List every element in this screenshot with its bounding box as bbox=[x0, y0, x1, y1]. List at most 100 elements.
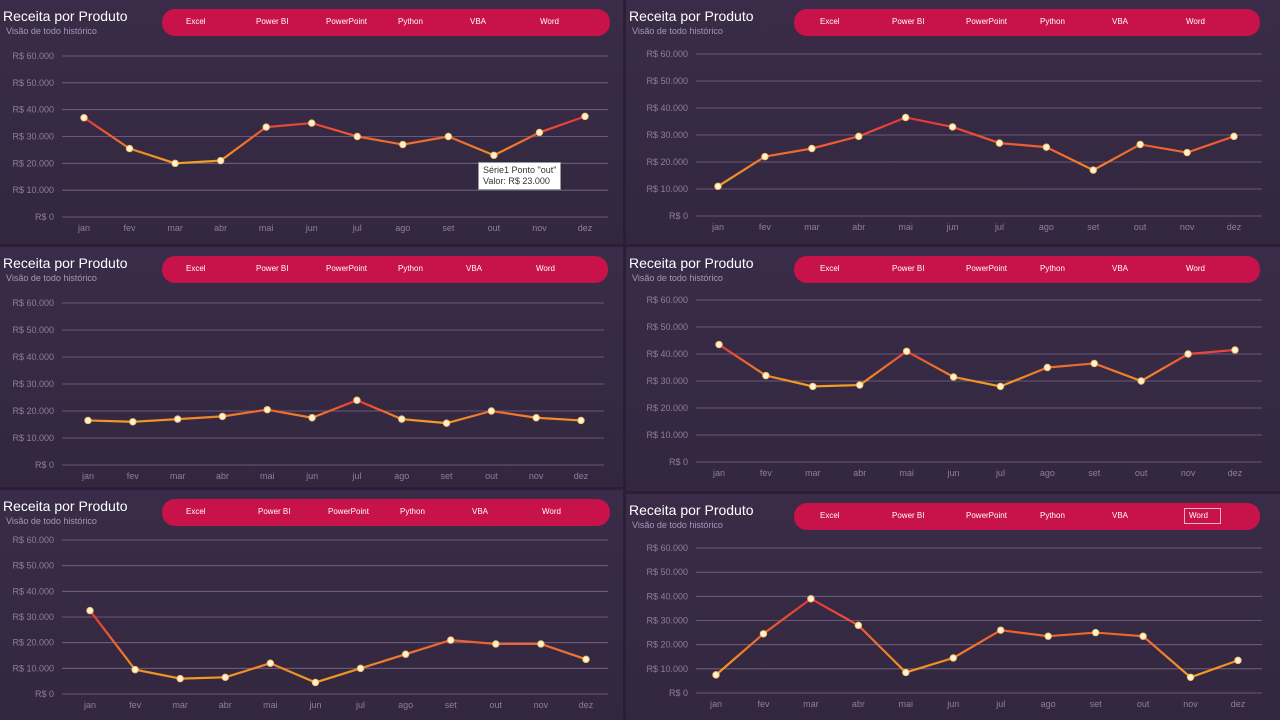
x-tick-label: mai bbox=[263, 700, 278, 710]
data-point[interactable] bbox=[1230, 132, 1238, 141]
data-point[interactable] bbox=[1091, 628, 1100, 637]
data-point[interactable] bbox=[353, 396, 361, 404]
data-point[interactable] bbox=[263, 405, 271, 414]
data-point[interactable] bbox=[447, 636, 455, 644]
x-tick-label: jun bbox=[946, 699, 959, 709]
data-point[interactable] bbox=[1136, 140, 1144, 149]
data-point[interactable] bbox=[582, 655, 590, 664]
x-tick-label: mar bbox=[805, 468, 821, 478]
x-tick-label: ago bbox=[398, 700, 413, 710]
x-tick-label: dez bbox=[1228, 468, 1243, 478]
x-tick-label: jan bbox=[77, 223, 90, 233]
line-chart: R$ 0 R$ 10.000 R$ 20.000 R$ 30.000 R$ 40.000… bbox=[12, 535, 608, 710]
data-point[interactable] bbox=[761, 152, 769, 161]
data-point[interactable] bbox=[125, 144, 134, 153]
data-point[interactable] bbox=[759, 630, 768, 638]
x-tick-label: jul bbox=[351, 471, 361, 481]
data-point[interactable] bbox=[809, 382, 817, 391]
data-point[interactable] bbox=[1089, 166, 1097, 174]
x-tick-label: jun bbox=[946, 222, 959, 232]
data-point[interactable] bbox=[399, 140, 407, 149]
data-point[interactable] bbox=[1044, 632, 1052, 640]
data-point[interactable] bbox=[949, 654, 957, 662]
x-tick-label: fev bbox=[129, 700, 142, 710]
data-point[interactable] bbox=[1186, 673, 1195, 681]
y-tick-label: R$ 40.000 bbox=[646, 349, 688, 359]
data-point[interactable] bbox=[311, 678, 320, 687]
data-point[interactable] bbox=[996, 382, 1005, 391]
data-point[interactable] bbox=[84, 416, 92, 425]
data-point[interactable] bbox=[444, 132, 453, 141]
data-point[interactable] bbox=[401, 650, 410, 658]
data-point[interactable] bbox=[221, 673, 229, 682]
data-point[interactable] bbox=[902, 347, 911, 356]
y-tick-label: R$ 60.000 bbox=[12, 298, 54, 308]
data-point[interactable] bbox=[487, 407, 496, 415]
data-point[interactable] bbox=[532, 414, 540, 422]
data-point[interactable] bbox=[131, 665, 139, 674]
y-tick-label: R$ 20.000 bbox=[12, 638, 54, 648]
data-point[interactable] bbox=[353, 132, 361, 141]
data-point[interactable] bbox=[1090, 359, 1098, 368]
data-point[interactable] bbox=[581, 112, 589, 121]
data-point[interactable] bbox=[171, 159, 179, 168]
data-point[interactable] bbox=[398, 415, 406, 423]
data-point[interactable] bbox=[176, 674, 184, 683]
data-point[interactable] bbox=[537, 640, 545, 648]
data-point[interactable] bbox=[854, 621, 863, 630]
data-point[interactable] bbox=[807, 595, 815, 603]
data-point[interactable] bbox=[173, 415, 182, 423]
y-tick-label: R$ 60.000 bbox=[12, 535, 54, 545]
data-point[interactable] bbox=[949, 373, 958, 381]
data-point[interactable] bbox=[492, 640, 500, 648]
data-point[interactable] bbox=[808, 144, 816, 153]
data-point[interactable] bbox=[216, 156, 225, 165]
data-point[interactable] bbox=[490, 151, 498, 159]
data-point[interactable] bbox=[577, 416, 585, 425]
x-tick-label: out bbox=[490, 700, 503, 710]
data-point[interactable] bbox=[712, 671, 720, 679]
data-point[interactable] bbox=[1184, 350, 1192, 358]
series-line bbox=[87, 399, 582, 425]
data-point[interactable] bbox=[1231, 346, 1239, 354]
data-point[interactable] bbox=[308, 414, 316, 422]
data-point[interactable] bbox=[715, 340, 723, 349]
tooltip-value-line: Valor: R$ 23.000 bbox=[483, 176, 550, 186]
data-point[interactable] bbox=[714, 182, 722, 191]
y-tick-label: R$ 10.000 bbox=[646, 664, 688, 674]
x-tick-label: jul bbox=[355, 700, 365, 710]
x-tick-label: nov bbox=[1183, 699, 1198, 709]
data-point[interactable] bbox=[218, 412, 227, 421]
y-tick-label: R$ 10.000 bbox=[646, 184, 688, 194]
data-point[interactable] bbox=[856, 381, 864, 389]
data-point[interactable] bbox=[1043, 363, 1052, 372]
data-point[interactable] bbox=[1139, 632, 1147, 640]
data-point[interactable] bbox=[86, 606, 94, 615]
data-point[interactable] bbox=[997, 626, 1005, 634]
series-line bbox=[715, 597, 1239, 679]
data-point[interactable] bbox=[855, 132, 863, 141]
data-point[interactable] bbox=[1183, 148, 1191, 157]
x-tick-label: jul bbox=[352, 223, 362, 233]
data-point[interactable] bbox=[762, 371, 770, 380]
data-point[interactable] bbox=[1234, 656, 1242, 665]
data-point[interactable] bbox=[535, 128, 544, 137]
data-point[interactable] bbox=[266, 659, 275, 667]
data-point[interactable] bbox=[308, 119, 316, 127]
x-tick-label: mai bbox=[898, 222, 913, 232]
data-point[interactable] bbox=[129, 418, 137, 426]
data-point[interactable] bbox=[901, 113, 910, 122]
data-point[interactable] bbox=[902, 668, 910, 677]
data-point[interactable] bbox=[442, 419, 451, 427]
data-point[interactable] bbox=[262, 123, 270, 131]
series-line bbox=[717, 116, 1235, 188]
data-point[interactable] bbox=[356, 664, 365, 673]
data-point[interactable] bbox=[995, 139, 1004, 147]
data-point[interactable] bbox=[948, 123, 957, 131]
x-tick-label: mar bbox=[170, 471, 186, 481]
x-tick-label: abr bbox=[216, 471, 229, 481]
data-point[interactable] bbox=[80, 114, 88, 122]
data-point[interactable] bbox=[1137, 377, 1145, 385]
x-tick-label: abr bbox=[219, 700, 232, 710]
data-point[interactable] bbox=[1042, 143, 1051, 151]
